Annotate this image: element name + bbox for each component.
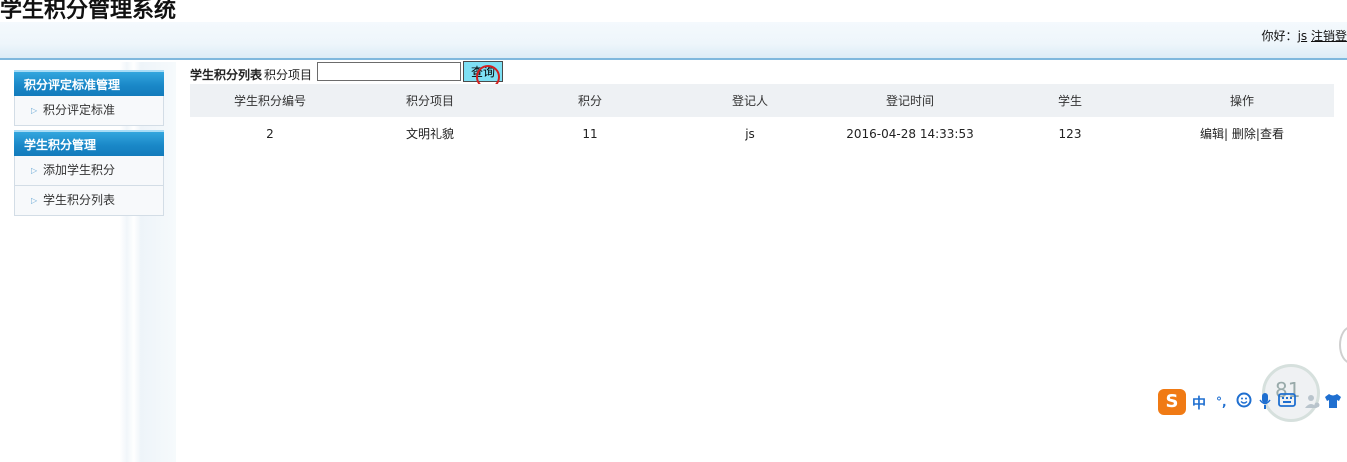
arrow-right-icon: ▷ (31, 166, 38, 175)
user-greeting: 你好：js 注销登 (1262, 27, 1347, 44)
user-settings-icon[interactable] (1304, 393, 1320, 413)
logout-link[interactable]: 注销登 (1311, 29, 1347, 43)
sidebar-section-title: 学生积分管理 (14, 130, 164, 156)
side-panel-handle[interactable] (1339, 326, 1347, 364)
sidebar-item-add-points[interactable]: ▷ 添加学生积分 (14, 156, 164, 186)
microphone-icon[interactable] (1258, 392, 1272, 414)
view-link[interactable]: 查看 (1260, 127, 1284, 141)
sidebar-item-criteria[interactable]: ▷ 积分评定标准 (14, 96, 164, 126)
ime-toolbar: S 中 °, (1158, 389, 1347, 417)
sogou-logo-icon[interactable]: S (1158, 389, 1186, 415)
cell-actions: 编辑| 删除|查看 (1150, 117, 1334, 150)
column-header: 登记时间 (830, 84, 990, 117)
column-header: 操作 (1150, 84, 1334, 117)
greeting-prefix: 你好： (1261, 29, 1298, 43)
column-header: 积分项目 (350, 84, 510, 117)
sidebar-section-title: 积分评定标准管理 (14, 70, 164, 96)
sidebar-item-label: 添加学生积分 (43, 163, 116, 177)
keyboard-icon[interactable] (1278, 393, 1296, 411)
app-title: 学生积分管理系统 (0, 0, 177, 23)
table-header-row: 学生积分编号 积分项目 积分 登记人 登记时间 学生 操作 (190, 84, 1334, 117)
cell-time: 2016-04-28 14:33:53 (846, 126, 974, 141)
points-table: 学生积分编号 积分项目 积分 登记人 登记时间 学生 操作 2 文明礼貌 11 … (190, 84, 1334, 150)
column-header: 登记人 (670, 84, 830, 117)
column-header: 学生积分编号 (190, 84, 350, 117)
cell-registrar: js (745, 126, 755, 141)
edit-link[interactable]: 编辑| (1200, 127, 1228, 141)
sidebar-item-label: 学生积分列表 (43, 193, 116, 207)
ime-mode-toggle[interactable]: 中 (1192, 393, 1206, 413)
arrow-right-icon: ▷ (31, 106, 38, 115)
ime-punct-toggle[interactable]: °, (1216, 395, 1227, 409)
sidebar-item-label: 积分评定标准 (43, 103, 116, 117)
cell-item: 文明礼貌 (405, 127, 454, 141)
sidebar-section-criteria: 积分评定标准管理 ▷ 积分评定标准 (14, 70, 164, 126)
arrow-right-icon: ▷ (31, 196, 38, 205)
delete-link[interactable]: 删除| (1232, 127, 1260, 141)
sidebar-item-points-list[interactable]: ▷ 学生积分列表 (14, 186, 164, 216)
cell-student: 123 (1058, 126, 1082, 141)
skin-shirt-icon[interactable] (1324, 393, 1342, 413)
username-link[interactable]: js (1298, 29, 1308, 43)
cell-id: 2 (266, 126, 274, 141)
sidebar-section-points: 学生积分管理 ▷ 添加学生积分 ▷ 学生积分列表 (14, 130, 164, 216)
header-bar (0, 22, 1347, 60)
item-search-input[interactable] (317, 62, 461, 81)
table-row: 2 文明礼貌 11 js 2016-04-28 14:33:53 123 编辑|… (190, 117, 1334, 150)
column-header: 学生 (990, 84, 1150, 117)
column-header: 积分 (510, 84, 670, 117)
filter-label: 积分项目 (264, 68, 313, 82)
list-title: 学生积分列表 (190, 68, 263, 82)
emoji-icon[interactable] (1236, 392, 1252, 412)
cell-score: 11 (582, 126, 598, 141)
